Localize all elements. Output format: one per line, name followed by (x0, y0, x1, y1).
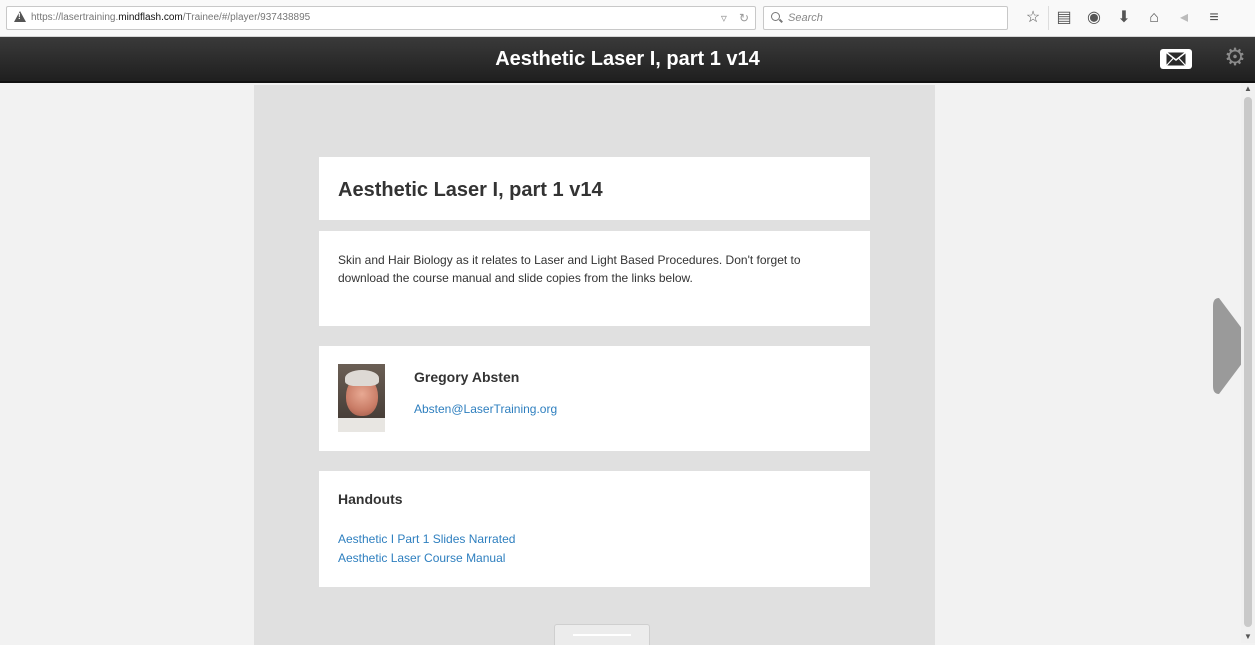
right-gutter (939, 83, 1241, 643)
url-prefix: https://lasertraining. (31, 12, 119, 23)
course-description-card: Skin and Hair Biology as it relates to L… (319, 231, 870, 326)
url-path: /Trainee/#/player/937438895 (182, 12, 311, 23)
bookmark-star-icon[interactable]: ☆ (1018, 6, 1048, 30)
bottom-drawer-handle[interactable] (554, 624, 650, 645)
scroll-up-icon[interactable]: ▲ (1241, 83, 1255, 95)
left-gutter (0, 83, 250, 643)
course-title-card: Aesthetic Laser I, part 1 v14 (319, 157, 870, 220)
pocket-icon[interactable]: ◉ (1079, 6, 1109, 30)
download-icon[interactable]: ⬇ (1109, 6, 1139, 30)
mail-button[interactable] (1160, 49, 1192, 69)
gear-icon[interactable]: ⚙ (1222, 45, 1248, 71)
share-icon[interactable]: ◂ (1169, 6, 1199, 30)
avatar (338, 364, 385, 432)
scrollbar[interactable]: ▲ ▼ (1241, 83, 1255, 643)
page-title: Aesthetic Laser I, part 1 v14 (495, 48, 760, 70)
browser-actions: ☆ ▤ ◉ ⬇ ⌂ ◂ ≡ (1018, 6, 1229, 30)
course-description: Skin and Hair Biology as it relates to L… (338, 253, 801, 285)
scrollbar-thumb[interactable] (1244, 97, 1252, 627)
app-header: Aesthetic Laser I, part 1 v14 ⚙ (0, 37, 1255, 83)
handouts-heading: Handouts (338, 491, 403, 507)
author-card: Gregory Absten Absten@LaserTraining.org (319, 346, 870, 451)
player-panel: Aesthetic Laser I, part 1 v14 Skin and H… (254, 85, 935, 645)
home-icon[interactable]: ⌂ (1139, 6, 1169, 30)
author-name: Gregory Absten (414, 369, 520, 385)
reading-list-icon[interactable]: ▤ (1048, 6, 1079, 30)
menu-icon[interactable]: ≡ (1199, 6, 1229, 30)
search-icon (771, 12, 780, 21)
search-input[interactable]: Search (763, 6, 1008, 30)
handout-link-manual[interactable]: Aesthetic Laser Course Manual (338, 551, 505, 565)
scroll-down-icon[interactable]: ▼ (1241, 631, 1255, 643)
author-email-link[interactable]: Absten@LaserTraining.org (414, 402, 557, 416)
warning-icon[interactable] (14, 11, 26, 22)
search-placeholder: Search (788, 12, 823, 24)
browser-toolbar: https://lasertraining.mindflash.com/Trai… (0, 0, 1255, 37)
reload-icon[interactable]: ↻ (739, 7, 749, 29)
url-host: mindflash.com (118, 12, 183, 23)
course-title: Aesthetic Laser I, part 1 v14 (338, 179, 603, 201)
dropdown-icon[interactable]: ▿ (721, 7, 727, 29)
mail-icon (1166, 52, 1186, 66)
address-bar[interactable]: https://lasertraining.mindflash.com/Trai… (6, 6, 756, 30)
handouts-card: Handouts Aesthetic I Part 1 Slides Narra… (319, 471, 870, 587)
handout-link-slides[interactable]: Aesthetic I Part 1 Slides Narrated (338, 532, 515, 546)
